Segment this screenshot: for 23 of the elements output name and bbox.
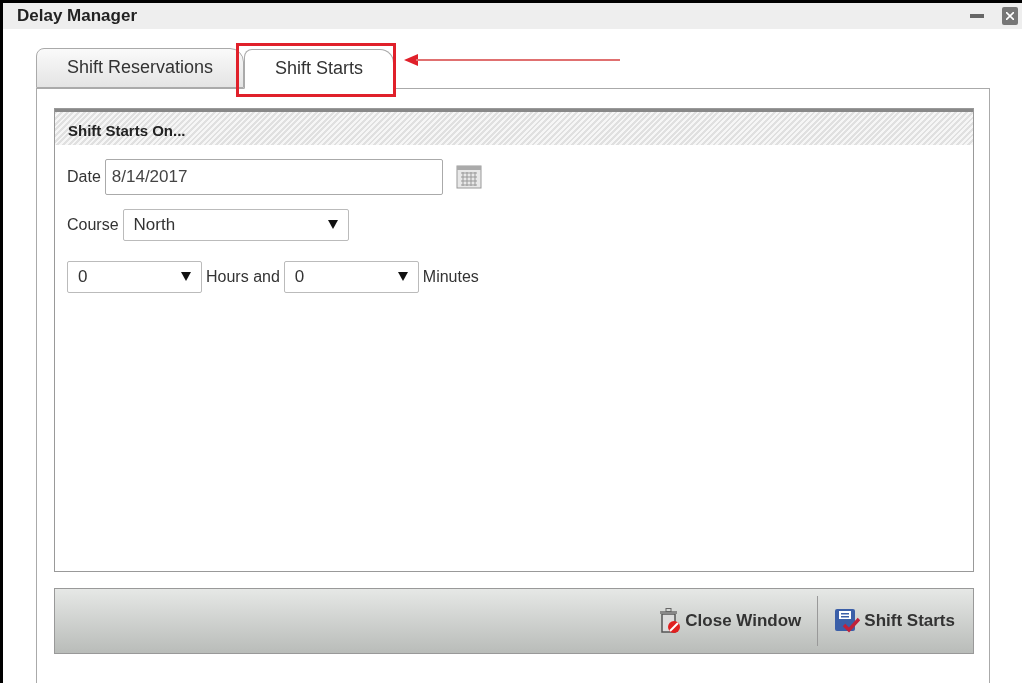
window-title: Delay Manager	[17, 5, 137, 27]
tab[interactable]: Shift Starts	[244, 48, 395, 89]
calendar-icon[interactable]	[455, 163, 482, 190]
close-icon	[1006, 11, 1014, 20]
close-button[interactable]	[1002, 6, 1018, 25]
minutes-label: Minutes	[422, 266, 479, 287]
hours-label: Hours and	[206, 266, 280, 287]
trash-icon	[659, 607, 682, 634]
dropdown[interactable]: North	[122, 208, 349, 241]
section-title: Shift Starts On...	[68, 121, 186, 141]
course-label: Course	[67, 214, 119, 235]
caret-down-icon	[327, 220, 338, 229]
minimize-button[interactable]	[970, 13, 984, 18]
caret-down-icon	[397, 272, 408, 281]
floppy-check-icon	[834, 607, 861, 634]
tab[interactable]: Shift Reservations	[36, 47, 245, 88]
toolbar-button[interactable]: Close Window	[655, 607, 806, 634]
date-label: Date	[67, 166, 101, 187]
date-field[interactable]: 8/14/2017	[104, 158, 443, 195]
dropdown[interactable]: 0	[67, 260, 202, 293]
dropdown[interactable]: 0	[283, 260, 419, 293]
toolbar-button[interactable]: Shift Starts	[830, 607, 959, 634]
caret-down-icon	[181, 272, 191, 281]
